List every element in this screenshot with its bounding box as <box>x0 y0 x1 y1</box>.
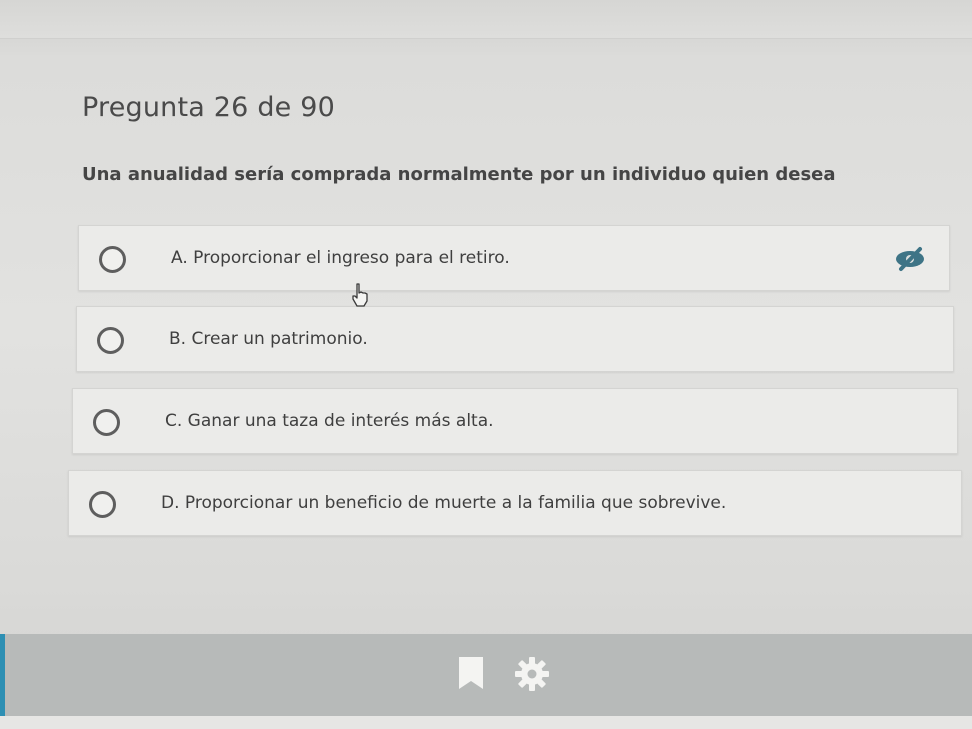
question-text: Una anualidad sería comprada normalmente… <box>82 164 836 185</box>
top-strip <box>0 0 972 39</box>
gear-icon[interactable] <box>514 656 550 692</box>
radio-button-d[interactable] <box>89 491 116 518</box>
radio-button-a[interactable] <box>99 246 126 273</box>
radio-button-b[interactable] <box>97 327 124 354</box>
eye-slash-icon[interactable] <box>893 246 927 272</box>
answer-option-d-label: D. Proporcionar un beneficio de muerte a… <box>161 493 727 513</box>
bottom-toolbar <box>0 634 972 716</box>
question-number: Pregunta 26 de 90 <box>82 92 336 123</box>
answer-option-c[interactable]: C. Ganar una taza de interés más alta. <box>72 388 958 454</box>
bottom-edge <box>0 716 972 729</box>
answer-option-a[interactable]: A. Proporcionar el ingreso para el retir… <box>78 225 950 291</box>
answer-option-b[interactable]: B. Crear un patrimonio. <box>76 306 954 372</box>
radio-button-c[interactable] <box>93 409 120 436</box>
answer-option-b-label: B. Crear un patrimonio. <box>169 329 368 349</box>
answer-option-c-label: C. Ganar una taza de interés más alta. <box>165 411 494 431</box>
bottom-accent-strip <box>0 634 5 716</box>
answer-option-a-label: A. Proporcionar el ingreso para el retir… <box>171 248 510 268</box>
answer-option-d[interactable]: D. Proporcionar un beneficio de muerte a… <box>68 470 962 536</box>
bookmark-icon[interactable] <box>458 656 484 690</box>
hand-pointer-icon <box>352 283 368 307</box>
